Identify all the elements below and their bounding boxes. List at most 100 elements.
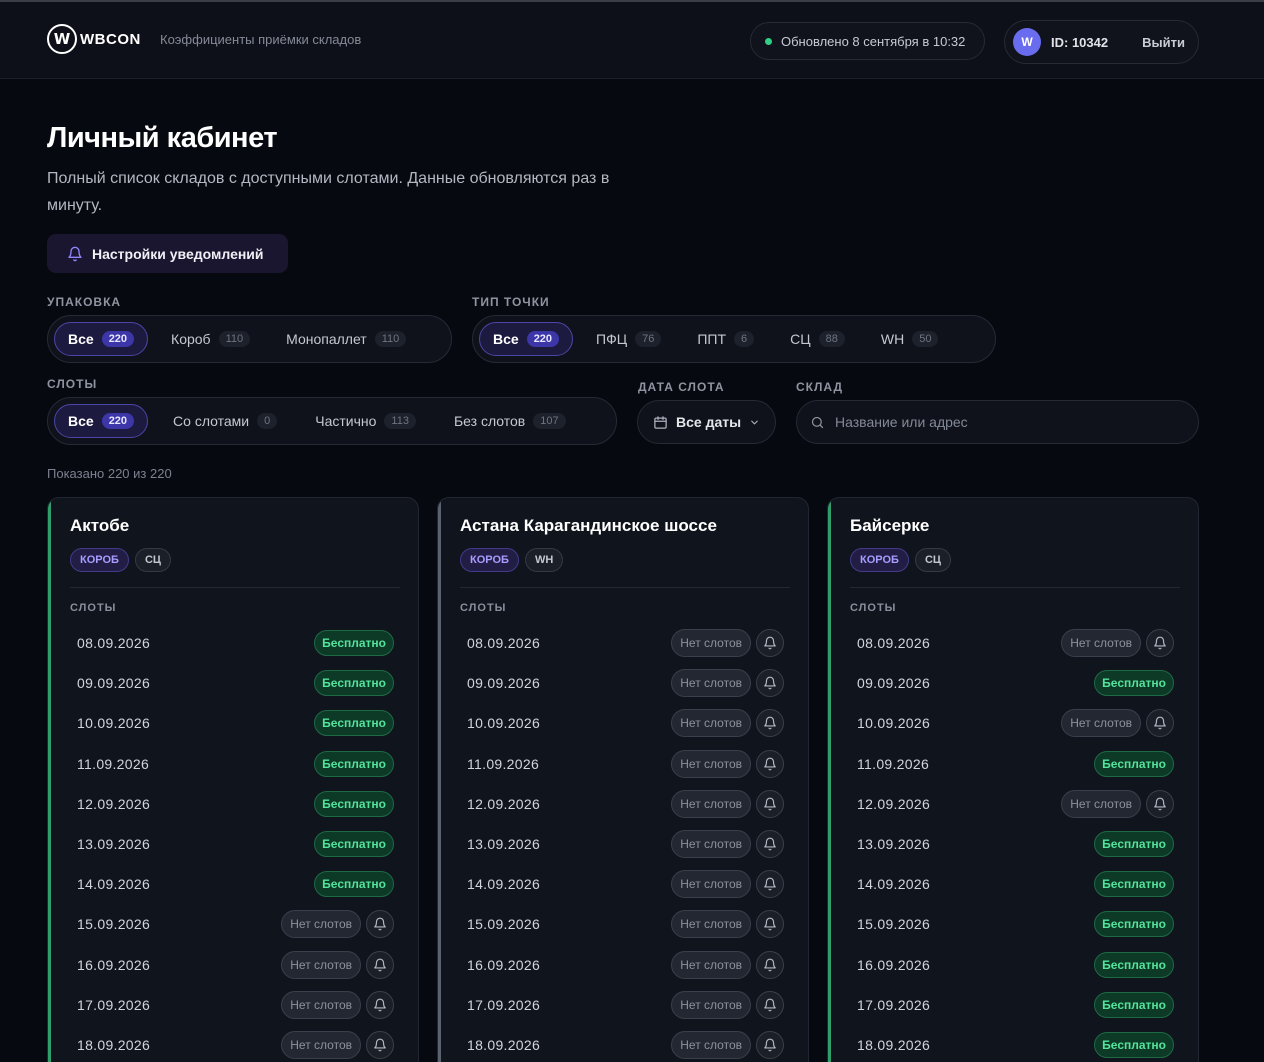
no-slots-badge: Нет слотов xyxy=(671,830,751,859)
packaging-option[interactable]: Все 220 xyxy=(54,322,149,356)
warehouse-search xyxy=(796,400,1199,444)
slot-date: 14.09.2026 xyxy=(857,876,931,893)
logout-button[interactable]: Выйти xyxy=(1142,35,1185,50)
point-type-option-label: СЦ xyxy=(790,331,811,347)
bell-icon[interactable] xyxy=(756,789,784,818)
bell-icon[interactable] xyxy=(366,950,394,979)
bell-icon[interactable] xyxy=(756,669,784,698)
slot-date: 08.09.2026 xyxy=(467,635,541,652)
free-slot-badge: Бесплатно xyxy=(314,831,394,858)
warehouse-name: Актобе xyxy=(70,516,130,535)
warehouse-tags: КОРОБ СЦ xyxy=(850,548,957,572)
slot-date: 12.09.2026 xyxy=(77,795,151,812)
warehouse-search-input[interactable] xyxy=(835,414,1175,430)
bell-icon[interactable] xyxy=(756,990,784,1019)
point-type-option-count: 88 xyxy=(818,331,845,347)
packaging-option[interactable]: Короб 110 xyxy=(158,322,263,356)
slot-row: 18.09.2026 Нет слотов xyxy=(460,1025,784,1062)
free-slot-badge: Бесплатно xyxy=(1094,951,1174,978)
bell-icon[interactable] xyxy=(1146,629,1174,658)
date-filter-dropdown[interactable]: Все даты xyxy=(637,400,776,444)
warehouse-tags: КОРОБ WH xyxy=(460,548,569,572)
avatar[interactable]: W xyxy=(1013,28,1041,56)
card-divider xyxy=(70,587,400,588)
slot-row: 15.09.2026 Нет слотов xyxy=(460,904,784,944)
slot-list: 08.09.2026 Бесплатно 09.09.2026 Бесплатно 10… xyxy=(70,623,394,1062)
point-type-option[interactable]: СЦ 88 xyxy=(777,322,858,356)
bell-icon[interactable] xyxy=(756,950,784,979)
user-id: ID: 10342 xyxy=(1051,34,1109,50)
date-filter-value: Все даты xyxy=(676,414,742,430)
slots-option[interactable]: Со слотами 0 xyxy=(160,404,290,438)
slot-date: 15.09.2026 xyxy=(467,916,541,933)
slot-row: 08.09.2026 Нет слотов xyxy=(850,623,1174,663)
slot-row: 14.09.2026 Бесплатно xyxy=(850,864,1174,904)
slot-date: 17.09.2026 xyxy=(467,996,541,1013)
bell-icon[interactable] xyxy=(756,629,784,658)
slots-option-count: 220 xyxy=(101,413,135,429)
packaging-option-label: Все xyxy=(68,331,94,347)
no-slots-badge: Нет слотов xyxy=(671,709,751,738)
slot-date: 16.09.2026 xyxy=(857,956,931,973)
bell-icon[interactable] xyxy=(756,830,784,859)
no-slots-badge: Нет слотов xyxy=(281,1030,361,1059)
bell-icon[interactable] xyxy=(756,1030,784,1059)
update-status: Обновлено 8 сентября в 10:32 xyxy=(750,22,985,60)
packaging-option[interactable]: Монопаллет 110 xyxy=(273,322,419,356)
no-slots-badge: Нет слотов xyxy=(671,749,751,778)
slot-row: 16.09.2026 Бесплатно xyxy=(850,945,1174,985)
point-type-option[interactable]: ППТ 6 xyxy=(684,322,767,356)
slot-row: 11.09.2026 Бесплатно xyxy=(850,744,1174,784)
point-type-filter: Все 220 ПФЦ 76 ППТ 6 СЦ 88 WH 50 xyxy=(472,315,996,363)
point-type-option-count: 50 xyxy=(912,331,939,347)
no-slots-badge: Нет слотов xyxy=(671,669,751,698)
point-type-option[interactable]: ПФЦ 76 xyxy=(583,322,674,356)
bell-icon[interactable] xyxy=(756,870,784,899)
slots-option[interactable]: Без слотов 107 xyxy=(441,404,579,438)
bell-icon[interactable] xyxy=(756,910,784,939)
free-slot-badge: Бесплатно xyxy=(1094,750,1174,777)
free-slot-badge: Бесплатно xyxy=(1094,670,1174,697)
bell-icon[interactable] xyxy=(366,910,394,939)
slots-option[interactable]: Все 220 xyxy=(54,404,149,438)
bell-icon[interactable] xyxy=(366,990,394,1019)
point-type-option[interactable]: WH 50 xyxy=(868,322,952,356)
slot-date: 17.09.2026 xyxy=(857,996,931,1013)
slot-date: 10.09.2026 xyxy=(77,715,151,732)
point-type-filter-label: Тип точки xyxy=(472,295,550,309)
packaging-option-count: 110 xyxy=(374,331,407,347)
slot-date: 13.09.2026 xyxy=(467,836,541,853)
slot-row: 10.09.2026 Нет слотов xyxy=(850,703,1174,743)
point-type-option[interactable]: Все 220 xyxy=(479,322,574,356)
slots-option-label: Все xyxy=(68,413,94,429)
point-type-option-label: WH xyxy=(880,331,905,347)
slot-row: 12.09.2026 Бесплатно xyxy=(70,784,394,824)
bell-icon xyxy=(68,246,82,261)
bell-icon[interactable] xyxy=(756,749,784,778)
bell-icon[interactable] xyxy=(756,709,784,738)
slots-option[interactable]: Частично 113 xyxy=(302,404,429,438)
point-type-option-label: Все xyxy=(493,331,519,347)
packaging-tag: КОРОБ xyxy=(850,548,909,572)
bell-icon[interactable] xyxy=(1146,709,1174,738)
slot-date: 16.09.2026 xyxy=(467,956,541,973)
app-header: W WBCON Коэффициенты приёмки складов Обн… xyxy=(0,2,1264,79)
slots-option-label: Частично xyxy=(315,413,377,429)
no-slots-badge: Нет слотов xyxy=(1061,789,1141,818)
slot-date: 18.09.2026 xyxy=(77,1036,151,1053)
logo[interactable]: W WBCON xyxy=(47,24,141,54)
notification-settings-button[interactable]: Настройки уведомлений xyxy=(47,234,288,273)
slot-date: 10.09.2026 xyxy=(857,715,931,732)
bell-icon[interactable] xyxy=(366,1030,394,1059)
slot-date: 15.09.2026 xyxy=(857,916,931,933)
slots-option-label: Без слотов xyxy=(453,413,526,429)
no-slots-badge: Нет слотов xyxy=(671,990,751,1019)
calendar-icon xyxy=(654,415,667,429)
slot-date: 11.09.2026 xyxy=(77,755,150,772)
slot-row: 12.09.2026 Нет слотов xyxy=(460,784,784,824)
slot-date: 09.09.2026 xyxy=(77,675,151,692)
bell-icon[interactable] xyxy=(1146,789,1174,818)
slot-row: 17.09.2026 Нет слотов xyxy=(460,985,784,1025)
slot-date: 17.09.2026 xyxy=(77,996,151,1013)
packaging-option-label: Монопаллет xyxy=(286,331,367,347)
